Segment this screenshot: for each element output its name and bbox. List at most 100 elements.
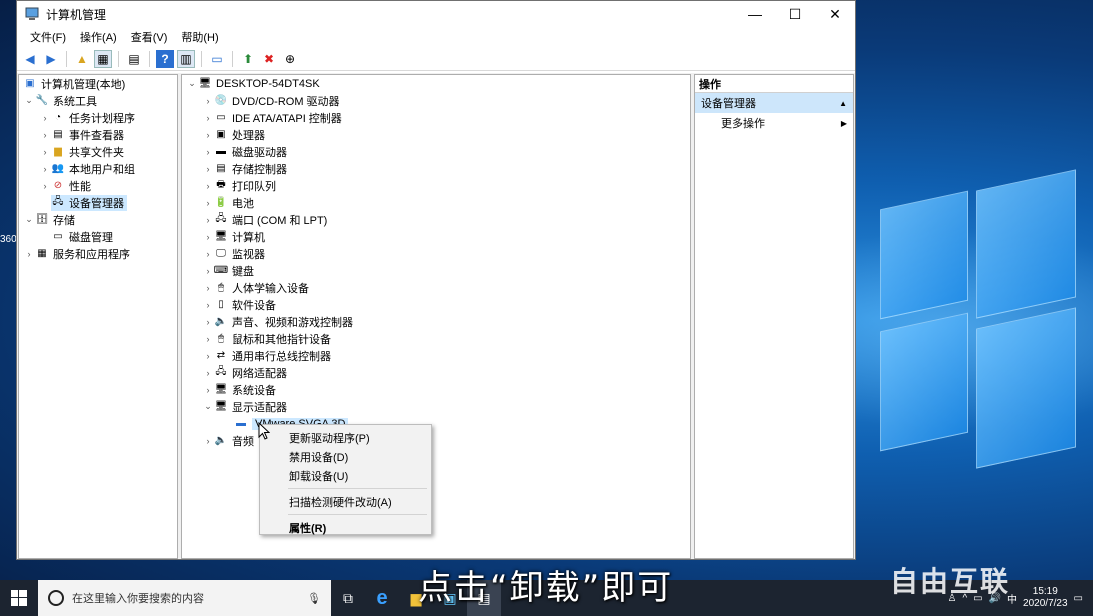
device-category[interactable]: › 🔈 声音、视频和游戏控制器 [182,313,690,330]
clock[interactable]: 15:19 2020/7/23 [1023,586,1068,610]
tree-root[interactable]: ▣ 计算机管理(本地) [19,75,177,92]
chevron-down-icon[interactable]: ⌄ [202,401,214,412]
device-category[interactable]: ⌄ 🖥 显示适配器 [182,398,690,415]
chevron-right-icon[interactable]: › [202,164,214,174]
menu-view[interactable]: 查看(V) [124,29,175,45]
device-category[interactable]: › 🖥 系统设备 [182,381,690,398]
collapse-up-icon[interactable]: ▲ [839,99,847,108]
device-category[interactable]: › 🖧 端口 (COM 和 LPT) [182,211,690,228]
back-arrow-icon[interactable]: ◀ [21,50,39,68]
device-category[interactable]: › ▣ 处理器 [182,126,690,143]
action-pane-icon[interactable]: ▥ [177,49,195,68]
device-category[interactable]: › ▤ 存储控制器 [182,160,690,177]
microphone-icon[interactable]: 🎙 [307,592,321,605]
device-category[interactable]: › ⌨ 键盘 [182,262,690,279]
chevron-right-icon[interactable]: › [202,317,214,327]
desktop-icon-label-fragment[interactable]: 360 [0,234,17,245]
chevron-right-icon[interactable]: › [202,232,214,242]
device-category-label: 音频 [232,435,254,448]
tree-item-event-viewer[interactable]: › ▤ 事件查看器 [19,126,177,143]
tree-item-storage[interactable]: ⌄ 🗄 存储 [19,211,177,228]
device-category[interactable]: › 🖶 打印队列 [182,177,690,194]
tree-item-performance[interactable]: › ⊘ 性能 [19,177,177,194]
maximize-button[interactable]: ☐ [775,1,815,27]
show-hide-tree-icon[interactable]: ▦ [94,49,112,68]
device-category[interactable]: › 🖱 鼠标和其他指针设备 [182,330,690,347]
chevron-right-icon[interactable]: › [202,130,214,140]
device-category[interactable]: › 🖱 人体学输入设备 [182,279,690,296]
chevron-right-icon[interactable]: › [202,266,214,276]
scan-download-icon[interactable]: ⊕ [281,50,299,68]
device-category[interactable]: › 💿 DVD/CD-ROM 驱动器 [182,92,690,109]
chevron-right-icon[interactable]: › [202,351,214,361]
notification-icon[interactable]: ▭ [1074,593,1083,604]
update-driver-icon[interactable]: ⬆ [239,50,257,68]
actions-section-device-manager[interactable]: 设备管理器 ▲ [695,93,853,113]
start-button[interactable] [0,580,38,616]
device-category-icon: 🖱 [218,333,224,344]
tree-item-services-apps[interactable]: › ▦ 服务和应用程序 [19,245,177,262]
chevron-right-icon[interactable]: › [39,113,51,123]
forward-arrow-icon[interactable]: ▶ [42,50,60,68]
help-icon[interactable]: ? [156,49,174,68]
chevron-right-icon[interactable]: › [202,368,214,378]
tree-item-device-manager[interactable]: 🖧 设备管理器 [19,194,177,211]
device-category[interactable]: › 🖥 计算机 [182,228,690,245]
actions-section-label: 设备管理器 [701,98,756,110]
chevron-down-icon[interactable]: ⌄ [23,95,35,106]
device-category[interactable]: › ▬ 磁盘驱动器 [182,143,690,160]
chevron-right-icon[interactable]: › [202,300,214,310]
ctx-scan-hardware[interactable]: 扫描检测硬件改动(A) [260,492,431,511]
up-folder-icon[interactable]: ▲ [73,50,91,68]
chevron-right-icon[interactable]: › [202,96,214,106]
device-category[interactable]: › ▭ IDE ATA/ATAPI 控制器 [182,109,690,126]
chevron-right-icon[interactable]: › [202,283,214,293]
device-category[interactable]: › ⇄ 通用串行总线控制器 [182,347,690,364]
chevron-right-icon[interactable]: › [202,198,214,208]
device-category[interactable]: › ▯ 软件设备 [182,296,690,313]
chevron-down-icon[interactable]: ⌄ [186,78,198,89]
ctx-properties[interactable]: 属性(R) [260,518,431,537]
ctx-disable-device[interactable]: 禁用设备(D) [260,447,431,466]
chevron-right-icon[interactable]: › [202,147,214,157]
monitor-icon[interactable]: ▭ [208,50,226,68]
export-list-icon[interactable]: ▤ [125,50,143,68]
more-actions[interactable]: 更多操作 ▶ [695,113,853,133]
taskbar-search[interactable]: 在这里输入你要搜索的内容 🎙 [38,580,331,616]
menu-action[interactable]: 操作(A) [73,29,124,45]
device-category[interactable]: › 🖵 监视器 [182,245,690,262]
menu-help[interactable]: 帮助(H) [174,29,225,45]
chevron-right-icon[interactable]: › [202,181,214,191]
device-category[interactable]: › 🖧 网络适配器 [182,364,690,381]
chevron-right-icon[interactable]: › [202,385,214,395]
chevron-right-icon[interactable]: › [39,181,51,191]
chevron-right-icon[interactable]: › [39,130,51,140]
device-root[interactable]: ⌄ 🖥 DESKTOP-54DT4SK [182,75,690,92]
chevron-right-icon[interactable]: › [202,215,214,225]
chevron-right-icon[interactable]: › [202,249,214,259]
ctx-update-driver[interactable]: 更新驱动程序(P) [260,428,431,447]
minimize-button[interactable]: — [735,1,775,27]
edge-browser-icon[interactable]: e [365,580,399,616]
tree-item-disk-management[interactable]: ▭ 磁盘管理 [19,228,177,245]
tree-item-task-scheduler[interactable]: › ◔ 任务计划程序 [19,109,177,126]
chevron-right-icon[interactable]: › [39,147,51,157]
chevron-right-icon[interactable]: › [202,334,214,344]
device-category-label: 通用串行总线控制器 [232,350,331,363]
device-category[interactable]: › 🔋 电池 [182,194,690,211]
menu-file[interactable]: 文件(F) [23,29,73,45]
device-category-label: DVD/CD-ROM 驱动器 [232,95,340,108]
uninstall-device-icon[interactable]: ✖ [260,50,278,68]
tree-item-local-users[interactable]: › 👥 本地用户和组 [19,160,177,177]
tree-item-system-tools[interactable]: ⌄ 🔧 系统工具 [19,92,177,109]
audio-icon: 🔈 [214,435,228,446]
chevron-right-icon[interactable]: › [23,249,35,259]
task-view-icon[interactable]: ⧉ [331,580,365,616]
chevron-right-icon[interactable]: › [202,113,214,123]
tree-item-shared-folders[interactable]: › ▆ 共享文件夹 [19,143,177,160]
ctx-uninstall-device[interactable]: 卸载设备(U) [260,466,431,485]
chevron-right-icon[interactable]: › [39,164,51,174]
chevron-right-icon[interactable]: › [202,436,214,446]
close-button[interactable]: ✕ [815,1,855,27]
chevron-down-icon[interactable]: ⌄ [23,214,35,225]
